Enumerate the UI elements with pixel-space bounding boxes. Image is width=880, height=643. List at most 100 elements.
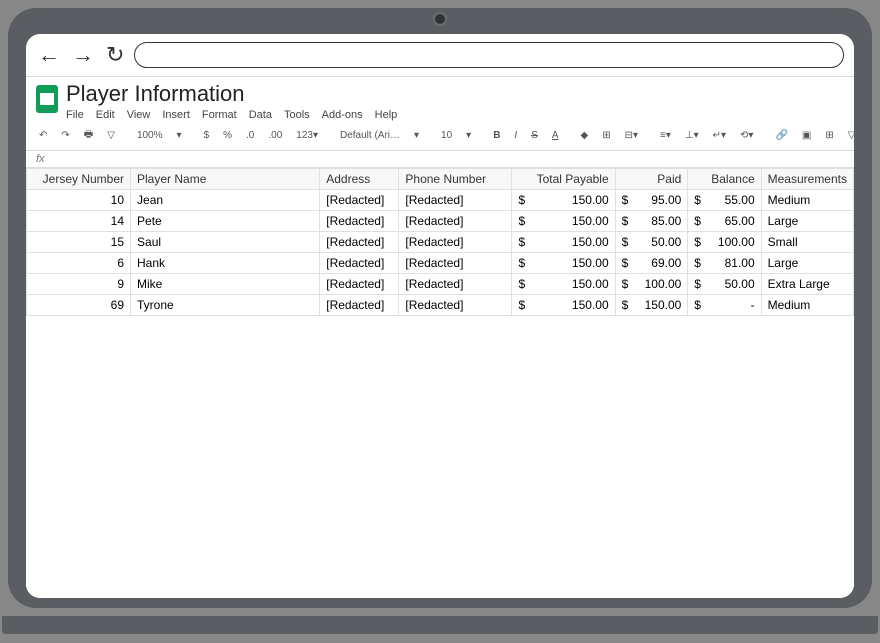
cell-address[interactable]: [Redacted]: [320, 274, 399, 295]
cell-paid[interactable]: $85.00: [615, 211, 688, 232]
menu-file[interactable]: File: [66, 109, 84, 121]
cell-name[interactable]: Tyrone: [131, 295, 320, 316]
table-row[interactable]: 10Jean[Redacted][Redacted]$150.00$95.00$…: [27, 190, 854, 211]
cell-jersey[interactable]: 6: [27, 253, 131, 274]
cell-jersey[interactable]: 14: [27, 211, 131, 232]
table-row[interactable]: 9Mike[Redacted][Redacted]$150.00$100.00$…: [27, 274, 854, 295]
borders-button[interactable]: ⊞: [599, 128, 613, 143]
cell-address[interactable]: [Redacted]: [320, 232, 399, 253]
menu-help[interactable]: Help: [375, 109, 398, 121]
forward-button[interactable]: →: [70, 42, 96, 68]
menu-addons[interactable]: Add-ons: [322, 109, 363, 121]
cell-jersey[interactable]: 15: [27, 232, 131, 253]
text-color-button[interactable]: A: [549, 128, 562, 143]
cell-balance[interactable]: $65.00: [688, 211, 761, 232]
cell-paid[interactable]: $95.00: [615, 190, 688, 211]
valign-button[interactable]: ⊥▾: [682, 128, 702, 143]
cell-address[interactable]: [Redacted]: [320, 190, 399, 211]
cell-name[interactable]: Mike: [131, 274, 320, 295]
cell-phone[interactable]: [Redacted]: [399, 274, 512, 295]
cell-payable[interactable]: $150.00: [512, 190, 615, 211]
cell-name[interactable]: Hank: [131, 253, 320, 274]
size-dropdown-icon[interactable]: ▾: [463, 128, 474, 143]
cell-jersey[interactable]: 9: [27, 274, 131, 295]
menu-data[interactable]: Data: [249, 109, 272, 121]
cell-address[interactable]: [Redacted]: [320, 211, 399, 232]
menu-insert[interactable]: Insert: [162, 109, 190, 121]
redo-button[interactable]: ↷: [58, 128, 72, 143]
decrease-decimal-button[interactable]: .0: [243, 128, 257, 143]
cell-payable[interactable]: $150.00: [512, 232, 615, 253]
spreadsheet[interactable]: Jersey Number Player Name Address Phone …: [26, 168, 854, 598]
col-payable[interactable]: Total Payable: [512, 169, 615, 190]
cell-paid[interactable]: $69.00: [615, 253, 688, 274]
menu-edit[interactable]: Edit: [96, 109, 115, 121]
cell-name[interactable]: Saul: [131, 232, 320, 253]
col-phone[interactable]: Phone Number: [399, 169, 512, 190]
italic-button[interactable]: I: [511, 128, 520, 143]
cell-balance[interactable]: $55.00: [688, 190, 761, 211]
strike-button[interactable]: S: [528, 128, 541, 143]
table-row[interactable]: 69Tyrone[Redacted][Redacted]$150.00$150.…: [27, 295, 854, 316]
cell-balance[interactable]: $100.00: [688, 232, 761, 253]
url-input[interactable]: [134, 42, 844, 68]
rotate-button[interactable]: ⟲▾: [737, 128, 756, 143]
font-dropdown-icon[interactable]: ▾: [411, 128, 422, 143]
halign-button[interactable]: ≡▾: [657, 128, 674, 143]
cell-phone[interactable]: [Redacted]: [399, 295, 512, 316]
paint-format-button[interactable]: ▽: [104, 128, 118, 143]
cell-jersey[interactable]: 10: [27, 190, 131, 211]
cell-phone[interactable]: [Redacted]: [399, 190, 512, 211]
cell-meas[interactable]: Extra Large: [761, 274, 853, 295]
cell-meas[interactable]: Large: [761, 253, 853, 274]
col-paid[interactable]: Paid: [615, 169, 688, 190]
filter-button[interactable]: ▽: [845, 128, 854, 143]
print-button[interactable]: 🖶: [81, 125, 96, 146]
chart-button[interactable]: ⊞: [822, 128, 836, 143]
menu-tools[interactable]: Tools: [284, 109, 310, 121]
undo-button[interactable]: ↶: [36, 128, 50, 143]
doc-title[interactable]: Player Information: [66, 81, 397, 107]
cell-jersey[interactable]: 69: [27, 295, 131, 316]
cell-paid[interactable]: $50.00: [615, 232, 688, 253]
zoom-select[interactable]: 100%: [134, 128, 166, 143]
menu-view[interactable]: View: [127, 109, 151, 121]
cell-balance[interactable]: $-: [688, 295, 761, 316]
col-balance[interactable]: Balance: [688, 169, 761, 190]
cell-payable[interactable]: $150.00: [512, 253, 615, 274]
cell-phone[interactable]: [Redacted]: [399, 253, 512, 274]
cell-paid[interactable]: $100.00: [615, 274, 688, 295]
cell-payable[interactable]: $150.00: [512, 211, 615, 232]
currency-button[interactable]: $: [201, 128, 213, 143]
table-row[interactable]: 6Hank[Redacted][Redacted]$150.00$69.00$8…: [27, 253, 854, 274]
cell-phone[interactable]: [Redacted]: [399, 232, 512, 253]
cell-meas[interactable]: Small: [761, 232, 853, 253]
cell-payable[interactable]: $150.00: [512, 295, 615, 316]
reload-button[interactable]: ↻: [104, 42, 126, 68]
wrap-button[interactable]: ↵▾: [710, 128, 729, 143]
cell-paid[interactable]: $150.00: [615, 295, 688, 316]
menu-format[interactable]: Format: [202, 109, 237, 121]
cell-meas[interactable]: Medium: [761, 295, 853, 316]
percent-button[interactable]: %: [220, 128, 235, 143]
cell-name[interactable]: Jean: [131, 190, 320, 211]
table-row[interactable]: 15Saul[Redacted][Redacted]$150.00$50.00$…: [27, 232, 854, 253]
cell-address[interactable]: [Redacted]: [320, 295, 399, 316]
cell-payable[interactable]: $150.00: [512, 274, 615, 295]
col-name[interactable]: Player Name: [131, 169, 320, 190]
font-size-select[interactable]: 10: [438, 128, 455, 143]
increase-decimal-button[interactable]: .00: [265, 128, 285, 143]
cell-balance[interactable]: $81.00: [688, 253, 761, 274]
fill-color-button[interactable]: ◆: [578, 128, 592, 143]
cell-meas[interactable]: Medium: [761, 190, 853, 211]
merge-button[interactable]: ⊟▾: [622, 128, 641, 143]
cell-name[interactable]: Pete: [131, 211, 320, 232]
cell-phone[interactable]: [Redacted]: [399, 211, 512, 232]
formula-bar[interactable]: fx: [26, 151, 854, 168]
col-jersey[interactable]: Jersey Number: [27, 169, 131, 190]
back-button[interactable]: ←: [36, 42, 62, 68]
zoom-dropdown-icon[interactable]: ▾: [174, 128, 185, 143]
bold-button[interactable]: B: [490, 128, 503, 143]
cell-address[interactable]: [Redacted]: [320, 253, 399, 274]
table-row[interactable]: 14Pete[Redacted][Redacted]$150.00$85.00$…: [27, 211, 854, 232]
